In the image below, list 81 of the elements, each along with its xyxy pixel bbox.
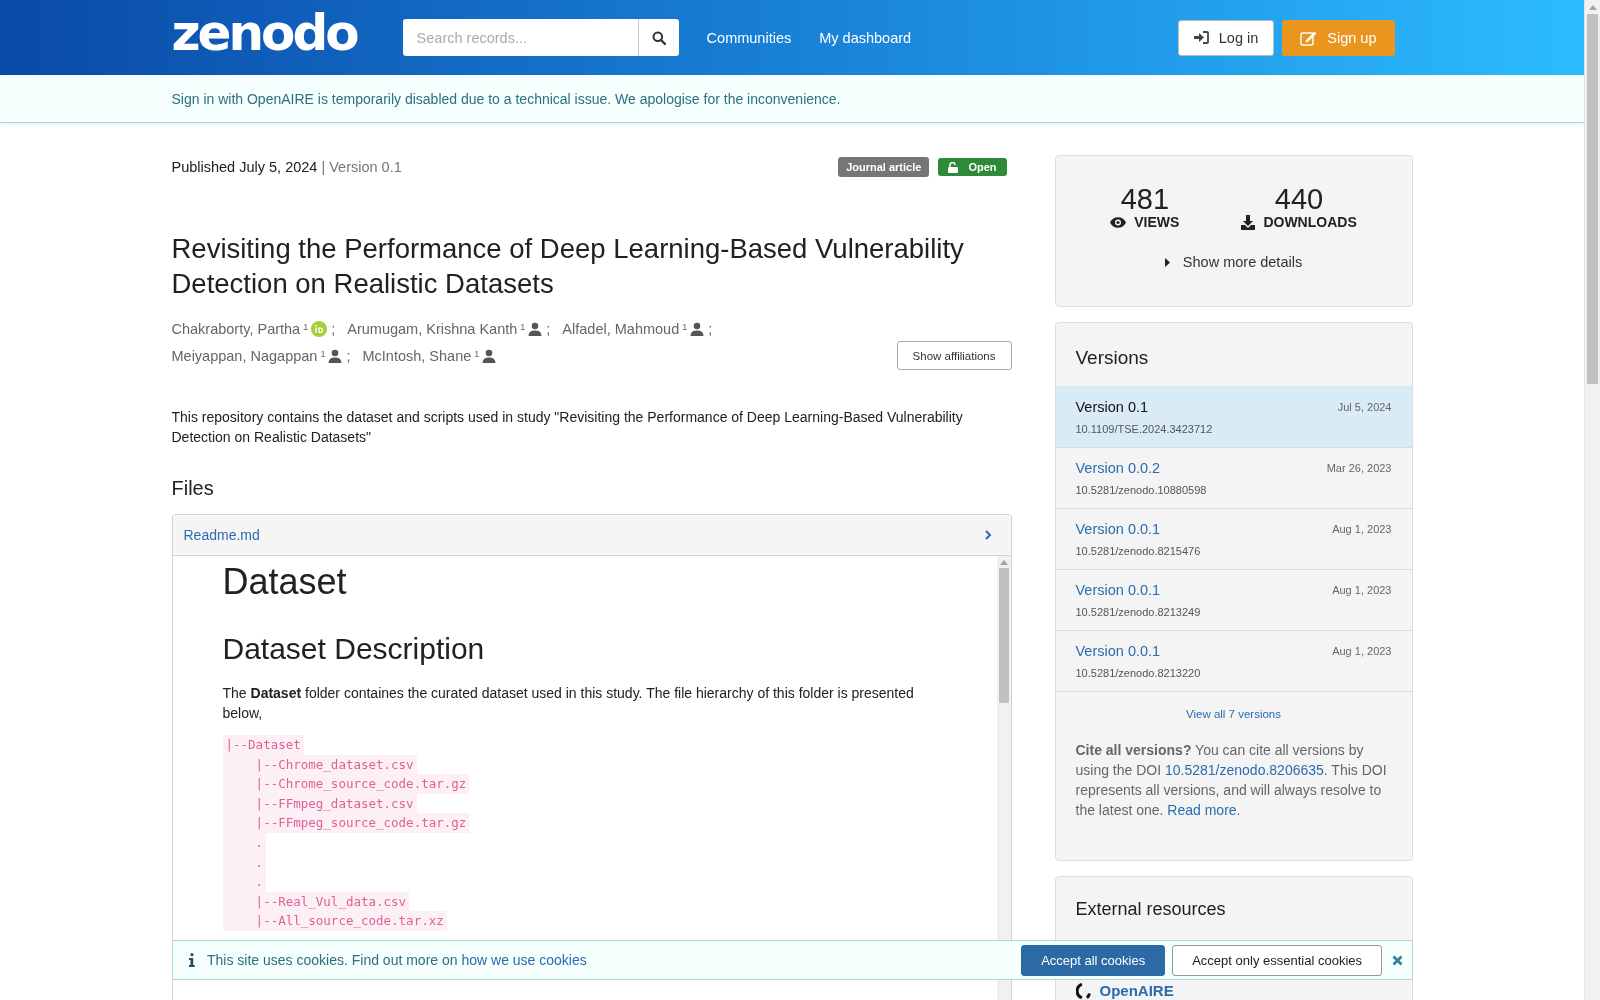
creator-link[interactable]: Alfadel, Mahmoud $^{1}$: [562, 320, 705, 337]
version-doi: 10.5281/zenodo.8213220: [1075, 667, 1202, 679]
files-heading: Files: [171, 477, 215, 500]
version-doi: 10.1109/TSE.2024.3423712: [1075, 423, 1214, 435]
separator: ;: [346, 347, 351, 364]
orcid-icon: [311, 320, 328, 337]
search-icon: [651, 30, 666, 45]
version-item[interactable]: Version 0.0.1 Aug 1, 2023 10.5281/zenodo.8213249: [1055, 569, 1412, 630]
version-item[interactable]: Version 0.0.1 Aug 1, 2023 10.5281/zenodo.8213220: [1055, 630, 1412, 691]
eye-icon: [1110, 216, 1127, 228]
preview-paragraph: The Dataset folder containes the curated dataset used in this study. The file hierarchy of this folder is presented below,: [222, 684, 915, 723]
accept-essential-cookies-button[interactable]: Accept only essential cookies: [1172, 944, 1382, 976]
login-button[interactable]: Log in: [1177, 19, 1275, 56]
record-title: Revisiting the Performance of Deep Learning-Based Vulnerability Detection on Realistic Datasets: [171, 232, 965, 301]
search-button[interactable]: [637, 19, 679, 56]
version-doi: 10.5281/zenodo.10880598: [1075, 484, 1208, 496]
stat-value: 440: [1274, 184, 1324, 214]
zenodo-logo[interactable]: zenodo: [171, 2, 361, 63]
unlock-icon: [948, 161, 959, 173]
close-icon: [1392, 954, 1403, 966]
versions-heading: Versions: [1074, 346, 1150, 370]
stat-label: DOWNLOADS: [1263, 214, 1357, 230]
version-date: Aug 1, 2023: [1332, 523, 1392, 535]
separator: ;: [708, 320, 713, 337]
person-icon: [690, 321, 705, 336]
ring-icon: [1075, 983, 1092, 999]
nav-link[interactable]: Communities: [706, 29, 792, 46]
show-affiliations-button[interactable]: Show affiliations: [896, 341, 1012, 370]
doi-link[interactable]: Read more: [1167, 802, 1237, 818]
person-icon: [328, 348, 343, 363]
creator-link[interactable]: Meiyappan, Nagappan $^{1}$: [171, 347, 343, 364]
preview-heading: Dataset: [222, 560, 348, 604]
creator-link[interactable]: McIntosh, Shane $^{1}$: [362, 347, 497, 364]
resource-type-badge: Journal article: [838, 157, 930, 177]
version-item[interactable]: Version 0.1 Jul 5, 2024 10.1109/TSE.2024.3423712: [1055, 386, 1412, 447]
version-date: Aug 1, 2023: [1332, 584, 1392, 596]
version-item[interactable]: Version 0.0.2 Mar 26, 2023 10.5281/zenodo.10880598: [1055, 447, 1412, 508]
version-link[interactable]: Version 0.0.1: [1075, 582, 1161, 598]
caret-right-icon: [1164, 257, 1170, 267]
person-icon: [482, 348, 497, 363]
edit-icon: [1300, 29, 1318, 46]
version-label: | Version 0.1: [321, 159, 402, 175]
accept-all-cookies-button[interactable]: Accept all cookies: [1021, 944, 1166, 976]
preview-subheading: Dataset Description: [222, 631, 486, 667]
doi-link[interactable]: 10.5281/zenodo.8206635: [1165, 762, 1324, 778]
resource-link[interactable]: OpenAIRE: [1099, 983, 1174, 999]
view-all-versions-link[interactable]: View all 7 versions: [1055, 708, 1412, 720]
info-icon: [189, 953, 195, 967]
sign-in-icon: [1193, 31, 1209, 44]
cite-all-versions-text: Cite all versions? You can cite all versions by using the DOI 10.5281/zenodo.8206635. This DOI represents all versions, and will always resolve to the latest one. Read more.: [1075, 741, 1388, 820]
external-resources-heading: External resources: [1075, 899, 1227, 920]
version-doi: 10.5281/zenodo.8215476: [1075, 545, 1202, 557]
search-field[interactable]: Search records...: [402, 19, 638, 56]
version-doi: 10.5281/zenodo.8213249: [1075, 606, 1202, 618]
stat-label: VIEWS: [1134, 214, 1180, 230]
cookie-message: This site uses cookies. Find out more on how we use cookies: [207, 952, 587, 968]
version-date: Jul 5, 2024: [1337, 401, 1392, 413]
description-text: This repository contains the dataset and scripts used in study "Revisiting the Performance of Deep Learning-Based Vulnerability Detection on Realistic Datasets": [171, 408, 964, 447]
separator: ;: [546, 320, 551, 337]
version-link[interactable]: Version 0.0.1: [1075, 643, 1161, 659]
person-icon: [528, 321, 543, 336]
version-link[interactable]: Version 0.1: [1075, 399, 1149, 415]
version-link[interactable]: Version 0.0.1: [1075, 521, 1161, 537]
publication-date: Published July 5, 2024: [171, 159, 318, 175]
stat-value: 481: [1120, 184, 1169, 214]
version-link[interactable]: Version 0.0.2: [1075, 460, 1161, 476]
cookie-policy-link[interactable]: how we use cookies: [461, 952, 587, 968]
separator: ;: [331, 320, 336, 337]
version-date: Aug 1, 2023: [1332, 645, 1392, 657]
nav-link[interactable]: My dashboard: [819, 29, 912, 46]
version-item[interactable]: Version 0.0.1 Aug 1, 2023 10.5281/zenodo.8215476: [1055, 508, 1412, 569]
download-icon: [1241, 214, 1256, 230]
show-more-details-button[interactable]: Show more details: [1164, 254, 1303, 270]
creator-link[interactable]: Arumugam, Krishna Kanth $^{1}$: [347, 320, 543, 337]
notice-message: Sign in with OpenAIRE is temporarily disabled due to a technical issue. We apologise for the inconvenience.: [171, 90, 842, 107]
close-button[interactable]: [1392, 954, 1403, 966]
chevron-right-icon[interactable]: [983, 530, 992, 540]
open-access-badge: Open: [938, 158, 1007, 176]
page-scrollbar[interactable]: [1584, 0, 1600, 1000]
version-date: Mar 26, 2023: [1326, 462, 1392, 474]
creator-link[interactable]: Chakraborty, Partha $^{1}$: [171, 320, 328, 337]
